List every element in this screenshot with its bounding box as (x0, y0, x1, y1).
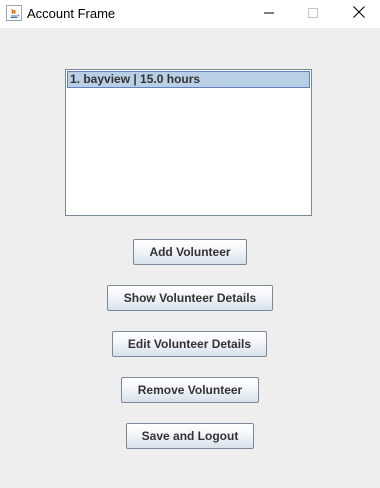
list-item[interactable]: 1. bayview | 15.0 hours (67, 71, 310, 88)
show-volunteer-details-button[interactable]: Show Volunteer Details (107, 285, 273, 311)
minimize-icon (264, 5, 274, 23)
add-volunteer-button[interactable]: Add Volunteer (133, 239, 247, 265)
close-icon (353, 5, 365, 23)
volunteer-list[interactable]: 1. bayview | 15.0 hours (65, 69, 312, 216)
window-title: Account Frame (27, 6, 116, 21)
maximize-icon (308, 5, 318, 23)
java-icon (6, 5, 22, 21)
maximize-button[interactable] (290, 0, 336, 28)
save-and-logout-button[interactable]: Save and Logout (126, 423, 254, 449)
edit-volunteer-details-button[interactable]: Edit Volunteer Details (112, 331, 267, 357)
close-button[interactable] (336, 0, 380, 28)
title-bar: Account Frame (0, 0, 380, 28)
minimize-button[interactable] (246, 0, 292, 28)
remove-volunteer-button[interactable]: Remove Volunteer (121, 377, 259, 403)
